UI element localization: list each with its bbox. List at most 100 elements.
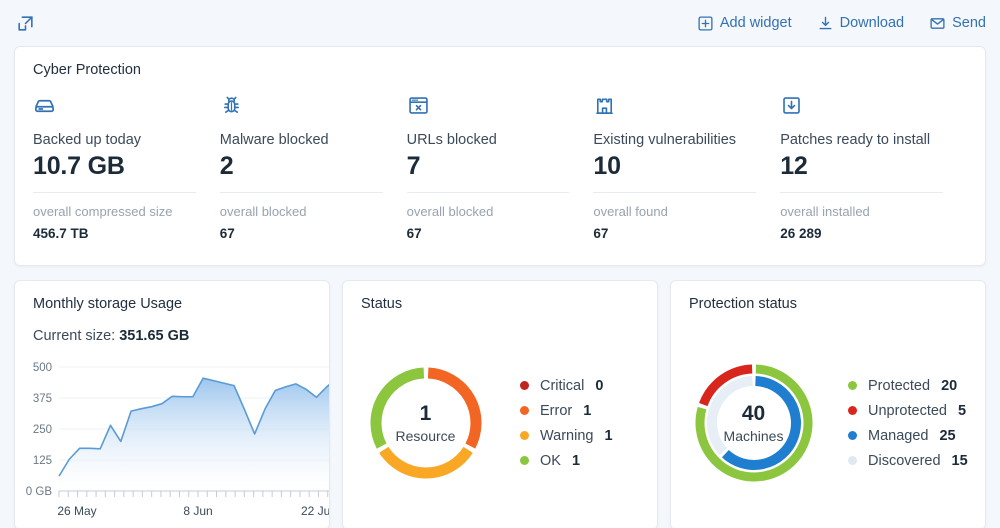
metric-value: 12	[780, 152, 808, 180]
top-toolbar: Add widget Download Send	[0, 0, 1000, 46]
metric-value: 7	[406, 152, 421, 180]
protection-donut-holder[interactable]: 40 Machines	[671, 361, 836, 485]
metric-label: Existing vulnerabilities	[593, 132, 737, 148]
download-label: Download	[839, 15, 905, 31]
legend-value-error: 1	[583, 402, 592, 419]
svg-text:0 GB: 0 GB	[26, 486, 53, 498]
protection-status-title: Protection status	[689, 296, 797, 312]
legend-label-unprotected: Unprotected	[868, 402, 947, 419]
status-donut-body: 1 Resource Critical 0 Error 1 Warning 1 …	[343, 312, 657, 512]
legend-dot-error	[520, 406, 529, 415]
metric-label: Patches ready to install	[780, 132, 931, 148]
patch-download-icon	[780, 94, 943, 124]
protection-legend: Protected 20 Unprotected 5 Managed 25 Di…	[836, 378, 968, 469]
send-label: Send	[952, 15, 986, 31]
legend-label-warning: Warning	[540, 427, 594, 444]
legend-dot-ok	[520, 456, 529, 465]
metric-value: 2	[219, 152, 234, 180]
legend-dot-protected	[848, 381, 857, 390]
svg-text:125: 125	[33, 455, 52, 467]
legend-dot-unprotected	[848, 406, 857, 415]
toolbar-actions: Add widget Download Send	[698, 15, 986, 31]
metrics-row: Backed up today 10.7 GB overall compress…	[15, 78, 985, 241]
browser-block-icon	[407, 94, 570, 124]
legend-label-discovered: Discovered	[868, 452, 941, 469]
metric-divider	[593, 192, 757, 193]
svg-text:375: 375	[33, 393, 52, 405]
hard-drive-icon	[33, 94, 196, 124]
legend-value-discovered: 15	[951, 452, 968, 469]
legend-value-warning: 1	[604, 427, 613, 444]
legend-item-critical[interactable]: Critical 0	[520, 378, 613, 394]
svg-text:250: 250	[33, 424, 52, 436]
widgets-row: Monthly storage Usage Current size: 351.…	[14, 280, 986, 528]
svg-text:22 Jun: 22 Jun	[301, 504, 330, 518]
cyber-protection-card: Cyber Protection Backed up today 10.7 GB…	[14, 46, 986, 266]
bug-icon	[220, 94, 383, 124]
protection-donut-body: 40 Machines Protected 20 Unprotected 5 M…	[671, 312, 985, 512]
status-card: Status 1 Resource Critical 0 Error 1 War…	[342, 280, 658, 528]
add-widget-label: Add widget	[719, 15, 792, 31]
metric-label: URLs blocked	[406, 132, 497, 148]
svg-text:500: 500	[33, 362, 52, 374]
metric-label: Backed up today	[33, 132, 142, 148]
legend-label-ok: OK	[540, 452, 561, 469]
metric-patches-ready[interactable]: Patches ready to install 12 overall inst…	[780, 94, 967, 241]
legend-item-protected[interactable]: Protected 20	[848, 378, 968, 394]
current-size: Current size: 351.65 GB	[15, 312, 329, 344]
legend-value-ok: 1	[571, 452, 581, 469]
status-title: Status	[361, 296, 403, 312]
legend-label-critical: Critical	[540, 377, 585, 394]
metric-sub-label: overall blocked	[406, 204, 494, 219]
metric-urls-blocked[interactable]: URLs blocked 7 overall blocked 67	[406, 94, 594, 241]
metric-sub-value: 26 289	[780, 226, 822, 241]
metric-value: 10.7 GB	[33, 152, 125, 180]
metric-sub-value: 67	[219, 226, 235, 241]
expand-icon[interactable]	[12, 10, 38, 36]
legend-dot-warning	[520, 431, 529, 440]
legend-dot-managed	[848, 431, 857, 440]
download-button[interactable]: Download	[818, 15, 905, 31]
legend-item-discovered[interactable]: Discovered 15	[848, 453, 968, 469]
legend-item-error[interactable]: Error 1	[520, 403, 613, 419]
metric-backed-up-today[interactable]: Backed up today 10.7 GB overall compress…	[33, 94, 220, 241]
legend-value-critical: 0	[595, 377, 604, 394]
legend-item-warning[interactable]: Warning 1	[520, 428, 613, 444]
metric-divider	[33, 192, 196, 193]
metric-sub-label: overall blocked	[219, 204, 307, 219]
metric-sub-label: overall compressed size	[33, 204, 173, 219]
current-size-value: 351.65 GB	[119, 328, 190, 344]
send-button[interactable]: Send	[930, 15, 986, 31]
protection-status-card: Protection status 40 Machines Protected …	[670, 280, 986, 528]
metric-divider	[406, 192, 570, 193]
legend-item-unprotected[interactable]: Unprotected 5	[848, 403, 968, 419]
add-widget-button[interactable]: Add widget	[698, 15, 792, 31]
legend-label-managed: Managed	[868, 427, 929, 444]
legend-value-unprotected: 5	[958, 402, 967, 419]
storage-chart[interactable]: 0 GB 125 250 375 500 26 May 8 Jun 22 Jun	[15, 359, 329, 528]
svg-text:8 Jun: 8 Jun	[183, 504, 212, 518]
metric-sub-label: overall installed	[780, 204, 870, 219]
legend-dot-discovered	[848, 456, 857, 465]
metric-existing-vulnerabilities[interactable]: Existing vulnerabilities 10 overall foun…	[593, 94, 780, 241]
current-size-label: Current size:	[33, 328, 116, 344]
storage-area-chart[interactable]: 0 GB 125 250 375 500 26 May 8 Jun 22 Jun	[15, 359, 330, 528]
cyber-protection-title: Cyber Protection	[33, 62, 141, 78]
monthly-storage-usage-card: Monthly storage Usage Current size: 351.…	[14, 280, 330, 528]
legend-item-ok[interactable]: OK 1	[520, 453, 613, 469]
legend-dot-critical	[520, 381, 529, 390]
metric-malware-blocked[interactable]: Malware blocked 2 overall blocked 67	[219, 94, 407, 241]
protection-donut-chart[interactable]	[692, 361, 816, 485]
status-donut-chart[interactable]	[364, 361, 488, 485]
legend-value-managed: 25	[939, 427, 956, 444]
legend-label-error: Error	[540, 402, 573, 419]
status-donut-holder[interactable]: 1 Resource	[343, 361, 508, 485]
envelope-icon	[930, 16, 945, 31]
plus-square-icon	[698, 15, 713, 31]
legend-item-managed[interactable]: Managed 25	[848, 428, 968, 444]
metric-value: 10	[593, 152, 621, 180]
svg-text:26 May: 26 May	[57, 504, 96, 518]
metric-divider	[219, 192, 383, 193]
metric-divider	[780, 192, 943, 193]
metric-sub-label: overall found	[593, 204, 668, 219]
